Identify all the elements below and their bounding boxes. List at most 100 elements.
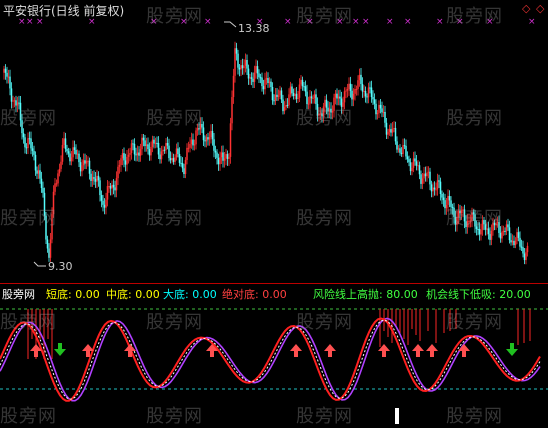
candle-body	[34, 154, 37, 171]
candle-body	[58, 168, 61, 174]
candle	[268, 77, 271, 88]
x-marker: ×	[362, 17, 370, 27]
candle	[109, 182, 112, 196]
candle	[156, 136, 158, 148]
candle	[207, 132, 209, 146]
candle-body	[306, 91, 308, 105]
candle	[240, 59, 242, 77]
candle	[285, 98, 287, 111]
watermark: 股旁网	[446, 406, 503, 427]
candle-body	[156, 142, 158, 144]
candle-body	[301, 79, 304, 87]
candle-body	[264, 79, 266, 90]
candle-body	[166, 143, 169, 146]
candle	[418, 161, 421, 180]
candle	[9, 69, 11, 96]
candle-body	[226, 154, 229, 159]
candle	[91, 171, 94, 187]
candle	[72, 140, 74, 162]
candle-body	[64, 138, 67, 149]
candle-body	[181, 163, 184, 169]
candle	[505, 220, 508, 236]
candle-body	[502, 230, 505, 232]
candle-body	[250, 77, 253, 79]
candle	[100, 190, 103, 208]
candle	[204, 135, 206, 148]
candle	[96, 169, 98, 188]
candle	[27, 132, 29, 155]
candle	[222, 145, 224, 168]
candle-body	[390, 129, 392, 133]
candle-body	[516, 232, 518, 241]
candle-body	[235, 48, 238, 54]
price-chart-panel[interactable]: × × × × × × × × × × × × × × × × × × × 平安银行(日线 前复权) ◇ ◇ 13.…	[0, 0, 548, 284]
legend-absolute-bottom: 绝对底: 0.00	[222, 288, 287, 301]
candle	[442, 192, 445, 207]
candle	[148, 142, 151, 161]
candle-body	[187, 147, 190, 149]
candle	[253, 65, 256, 88]
candle	[358, 68, 361, 87]
candle-body	[448, 196, 451, 201]
candle-body	[291, 86, 293, 94]
candle	[259, 73, 262, 84]
arrow-down-icon	[54, 343, 66, 356]
candle-body	[96, 175, 98, 182]
candle-body	[154, 142, 157, 144]
candle	[175, 143, 178, 161]
candle-body	[354, 88, 356, 94]
candle-body	[343, 91, 346, 103]
candle-body	[381, 108, 383, 113]
candle-body	[417, 165, 419, 167]
candle-body	[175, 148, 178, 158]
candle	[186, 143, 188, 165]
candle	[438, 174, 440, 189]
signal-bar	[395, 408, 399, 424]
candle	[228, 152, 230, 166]
candle-body	[172, 158, 175, 162]
candle	[276, 88, 278, 101]
x-marker: ×	[404, 17, 412, 27]
candle	[69, 148, 71, 166]
x-marker: ×	[352, 17, 360, 27]
candle	[370, 80, 373, 103]
candle-body	[273, 100, 275, 102]
candle-body	[103, 204, 106, 208]
candle	[382, 105, 385, 117]
candle	[25, 143, 28, 155]
candle-body	[438, 180, 440, 182]
candle	[282, 94, 284, 115]
candle	[412, 151, 415, 173]
candle	[246, 54, 248, 76]
candle-body	[195, 130, 197, 145]
candle-body	[519, 237, 521, 247]
candle	[99, 177, 101, 202]
candle-body	[180, 162, 182, 164]
candle	[388, 124, 391, 136]
candle-body	[162, 149, 164, 152]
candle	[79, 157, 82, 177]
candle-body	[106, 186, 109, 200]
candle-body	[309, 96, 311, 104]
candle	[108, 181, 110, 193]
candle-body	[109, 186, 112, 189]
candle-body	[385, 122, 388, 135]
candle	[274, 87, 277, 105]
candle-body	[85, 160, 88, 164]
candlestick-chart[interactable]: × × × × × × × × × × × × × × × × × × ×	[0, 0, 548, 284]
candle	[270, 78, 272, 92]
candle-body	[48, 248, 50, 258]
candle-body	[190, 139, 193, 144]
candle	[132, 139, 134, 151]
candle-body	[514, 240, 517, 246]
candle-body	[375, 103, 377, 115]
candle-body	[271, 87, 274, 101]
candle	[265, 71, 268, 85]
candle-body	[345, 90, 347, 92]
candle-body	[511, 240, 514, 243]
candle-body	[132, 143, 134, 145]
candle-body	[211, 130, 214, 140]
candle-body	[3, 68, 5, 73]
candle-body	[40, 178, 43, 189]
candle	[103, 198, 106, 215]
